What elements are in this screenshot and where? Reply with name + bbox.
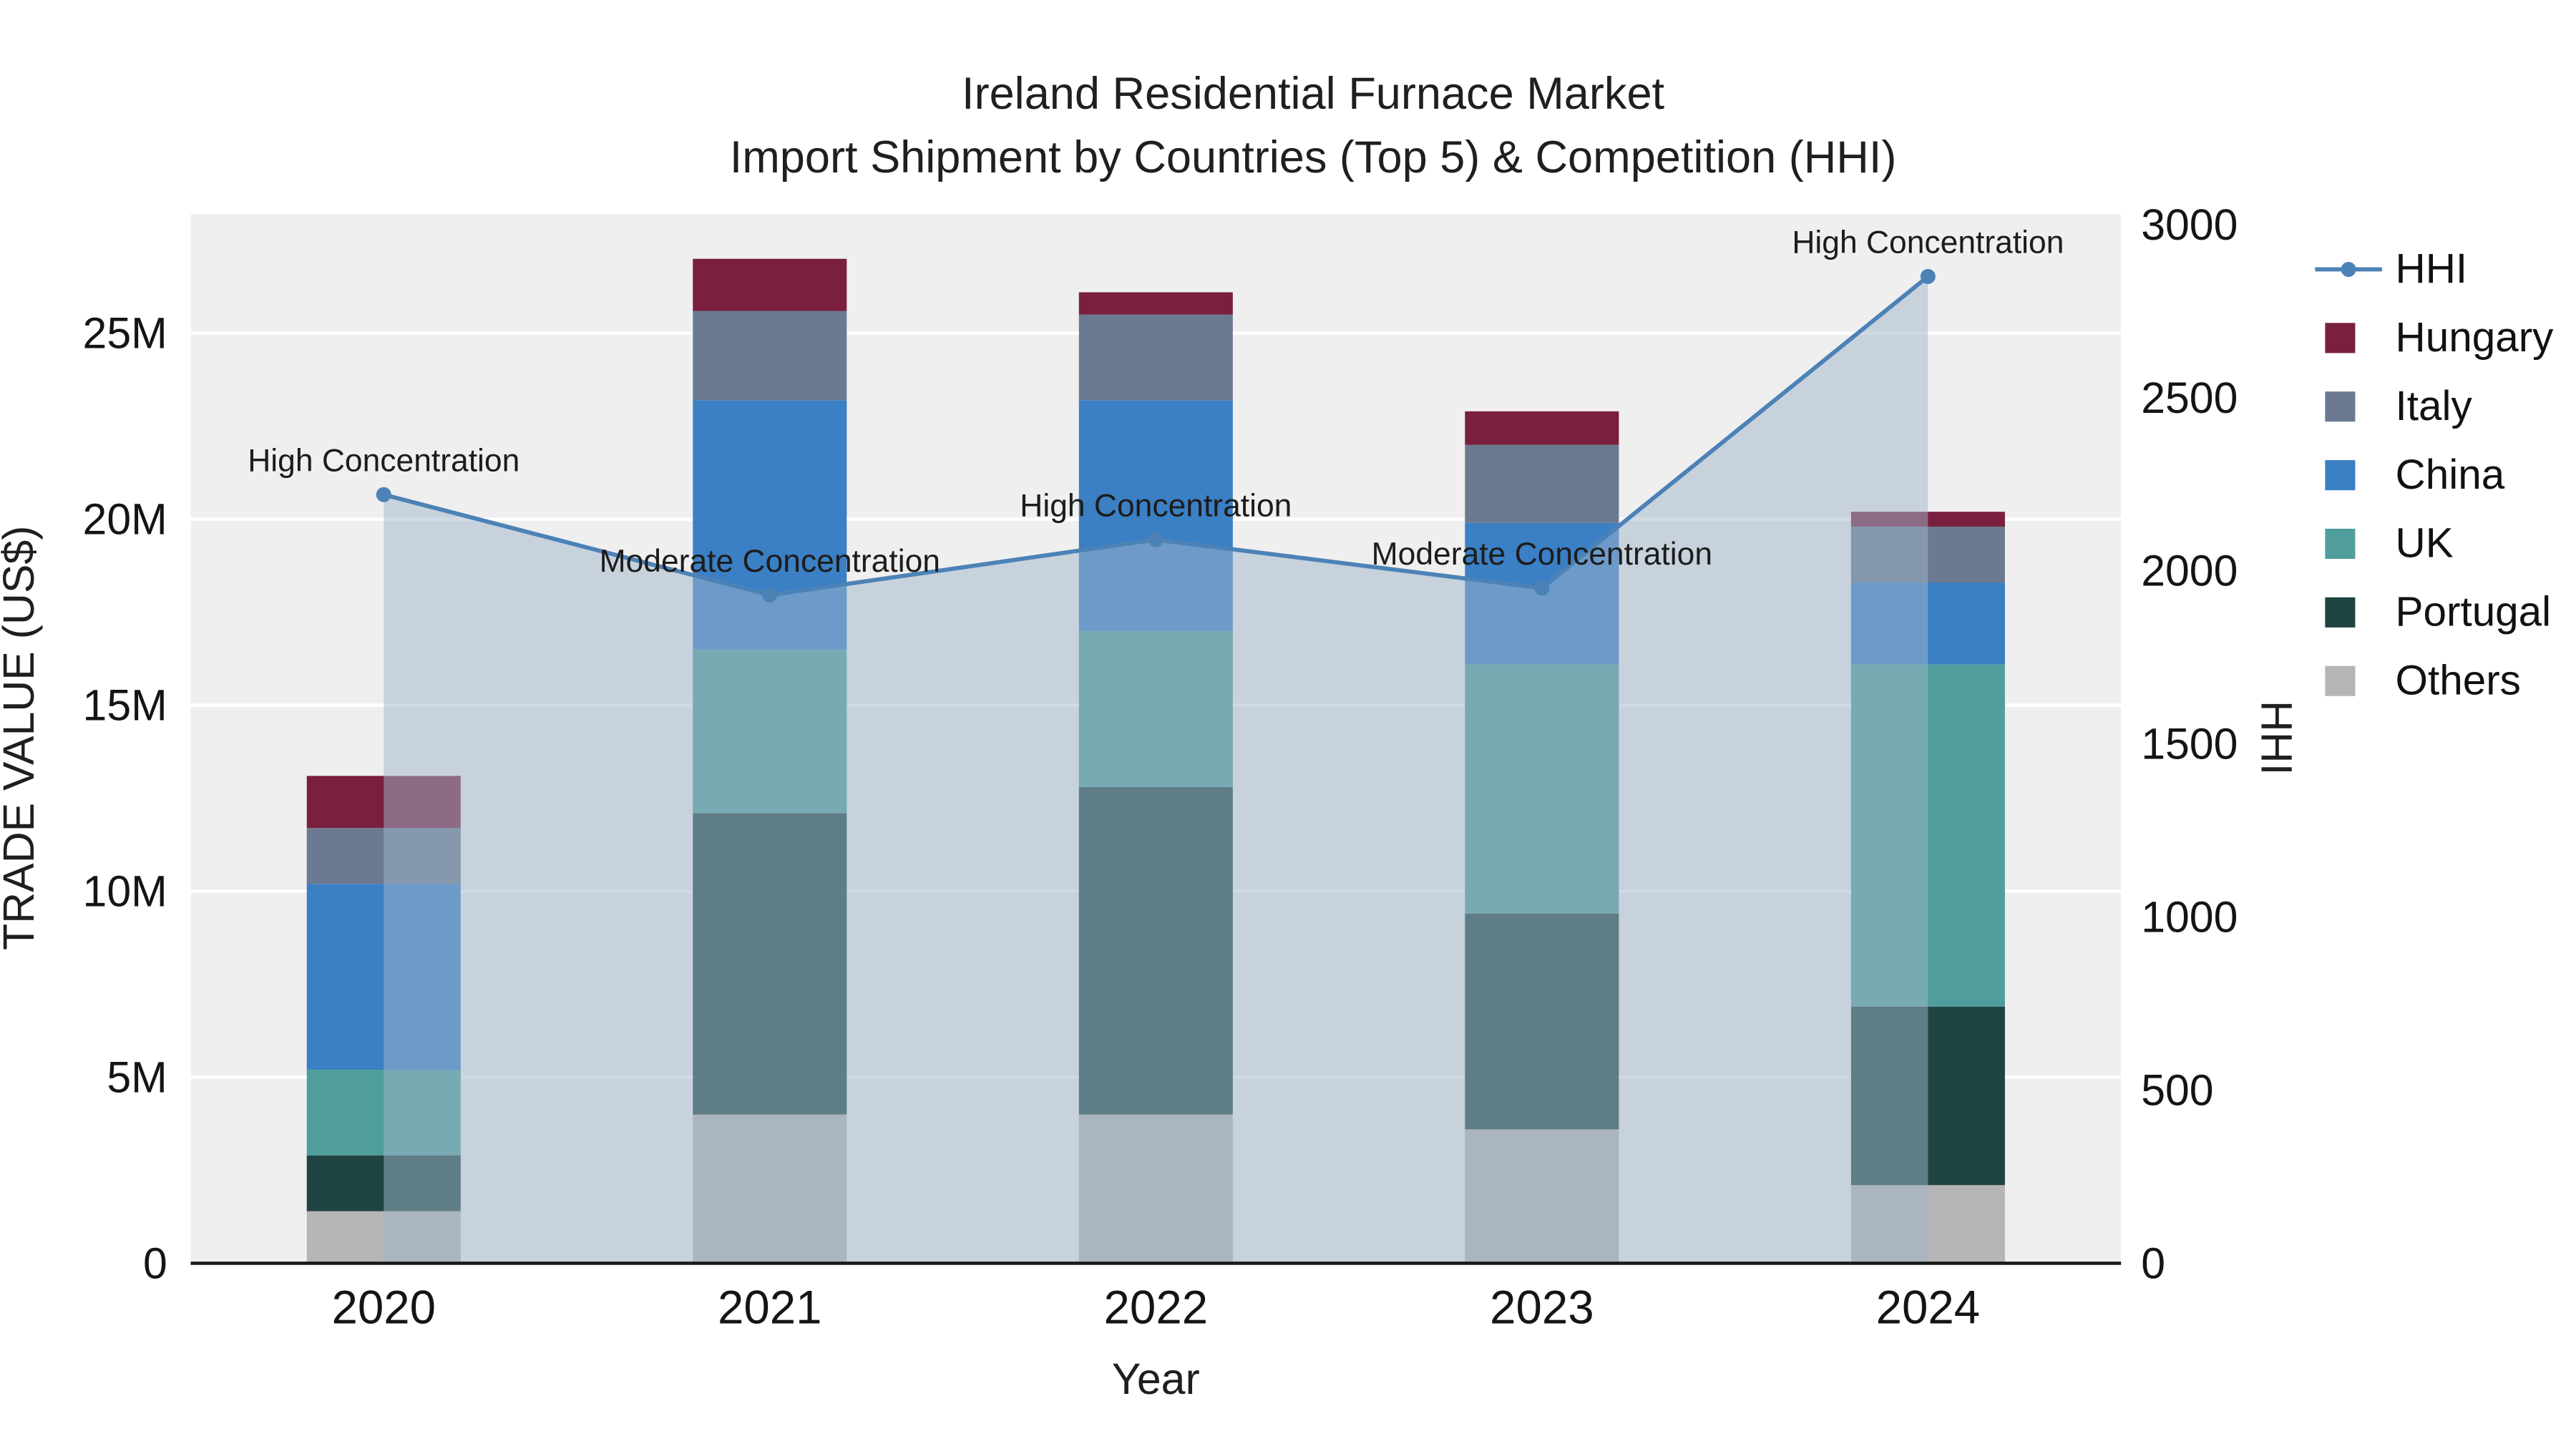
legend-label-uk: UK xyxy=(2396,520,2454,567)
y-left-tick-15M: 15M xyxy=(83,681,167,730)
y-left-tick-20M: 20M xyxy=(83,495,167,544)
x-tick-2020: 2020 xyxy=(331,1282,436,1334)
legend-label-portugal: Portugal xyxy=(2396,589,2552,635)
bar-segment-hungary-2023 xyxy=(1465,411,1619,445)
y-left-tick-25M: 25M xyxy=(83,309,167,358)
annotation-2021: Moderate Concentration xyxy=(600,544,940,579)
legend-label-hungary: Hungary xyxy=(2396,314,2555,361)
y-right-tick-1000: 1000 xyxy=(2141,893,2238,942)
legend-item-italy[interactable]: Italy xyxy=(2325,383,2472,429)
annotation-2024: High Concentration xyxy=(1792,225,2064,260)
legend-item-hhi[interactable]: HHI xyxy=(2315,245,2467,292)
bar-segment-italy-2021 xyxy=(693,311,847,401)
legend-swatch-china xyxy=(2325,460,2356,491)
y-axis-label: TRADE VALUE (US$) xyxy=(0,526,43,950)
y-right-tick-0: 0 xyxy=(2141,1239,2165,1287)
y-right-tick-2500: 2500 xyxy=(2141,374,2238,422)
legend-item-uk[interactable]: UK xyxy=(2325,520,2454,567)
legend-item-china[interactable]: China xyxy=(2325,452,2505,498)
hhi-marker-2022 xyxy=(1148,532,1163,547)
hhi-marker-2021 xyxy=(762,587,778,603)
y-right-tick-500: 500 xyxy=(2141,1066,2213,1115)
legend-swatch-hungary xyxy=(2325,323,2356,353)
bar-segment-hungary-2021 xyxy=(693,258,847,311)
x-tick-2022: 2022 xyxy=(1104,1282,1209,1334)
y2-axis-label: HHI xyxy=(2253,701,2301,776)
legend-swatch-italy xyxy=(2325,391,2356,422)
legend-item-others[interactable]: Others xyxy=(2325,657,2521,703)
plot-layer: High Concentration Moderate Concentration… xyxy=(83,200,2238,1334)
y-left-tick-0: 0 xyxy=(143,1239,167,1287)
legend-label-hhi: HHI xyxy=(2396,245,2468,292)
y-right-tick-1500: 1500 xyxy=(2141,720,2238,769)
legend-label-china: China xyxy=(2396,452,2505,498)
hhi-marker-2024 xyxy=(1920,268,1936,284)
legend-marker-hhi xyxy=(2341,261,2356,277)
x-tick-2023: 2023 xyxy=(1490,1282,1594,1334)
legend-label-italy: Italy xyxy=(2396,383,2473,429)
y-left-tick-5M: 5M xyxy=(107,1053,167,1102)
furnace-market-chart: High Concentration Moderate Concentration… xyxy=(0,0,2576,1449)
legend-label-others: Others xyxy=(2396,657,2521,703)
chart-title-line1: Ireland Residential Furnace Market xyxy=(962,69,1664,119)
annotation-2020: High Concentration xyxy=(248,444,519,479)
legend-swatch-uk xyxy=(2325,528,2356,560)
x-axis-label: Year xyxy=(1112,1355,1200,1403)
y-right-tick-3000: 3000 xyxy=(2141,200,2238,249)
legend-swatch-portugal xyxy=(2325,597,2356,628)
legend-item-hungary[interactable]: Hungary xyxy=(2325,314,2554,361)
legend-swatch-others xyxy=(2325,665,2356,696)
y-right-tick-2000: 2000 xyxy=(2141,547,2238,595)
legend: HHI Hungary Italy China UK Portugal Others xyxy=(2315,245,2554,703)
bar-segment-italy-2023 xyxy=(1465,444,1619,523)
bar-segment-italy-2022 xyxy=(1078,314,1233,401)
x-tick-2024: 2024 xyxy=(1876,1282,1981,1334)
x-tick-2021: 2021 xyxy=(718,1282,822,1334)
annotation-2022: High Concentration xyxy=(1020,488,1292,523)
hhi-marker-2023 xyxy=(1534,580,1550,596)
bar-segment-hungary-2022 xyxy=(1078,292,1233,315)
hhi-marker-2020 xyxy=(376,487,391,502)
legend-item-portugal[interactable]: Portugal xyxy=(2325,589,2551,635)
chart-title-line2: Import Shipment by Countries (Top 5) & C… xyxy=(730,132,1897,182)
annotation-2023: Moderate Concentration xyxy=(1372,537,1712,572)
y-left-tick-10M: 10M xyxy=(83,867,167,916)
